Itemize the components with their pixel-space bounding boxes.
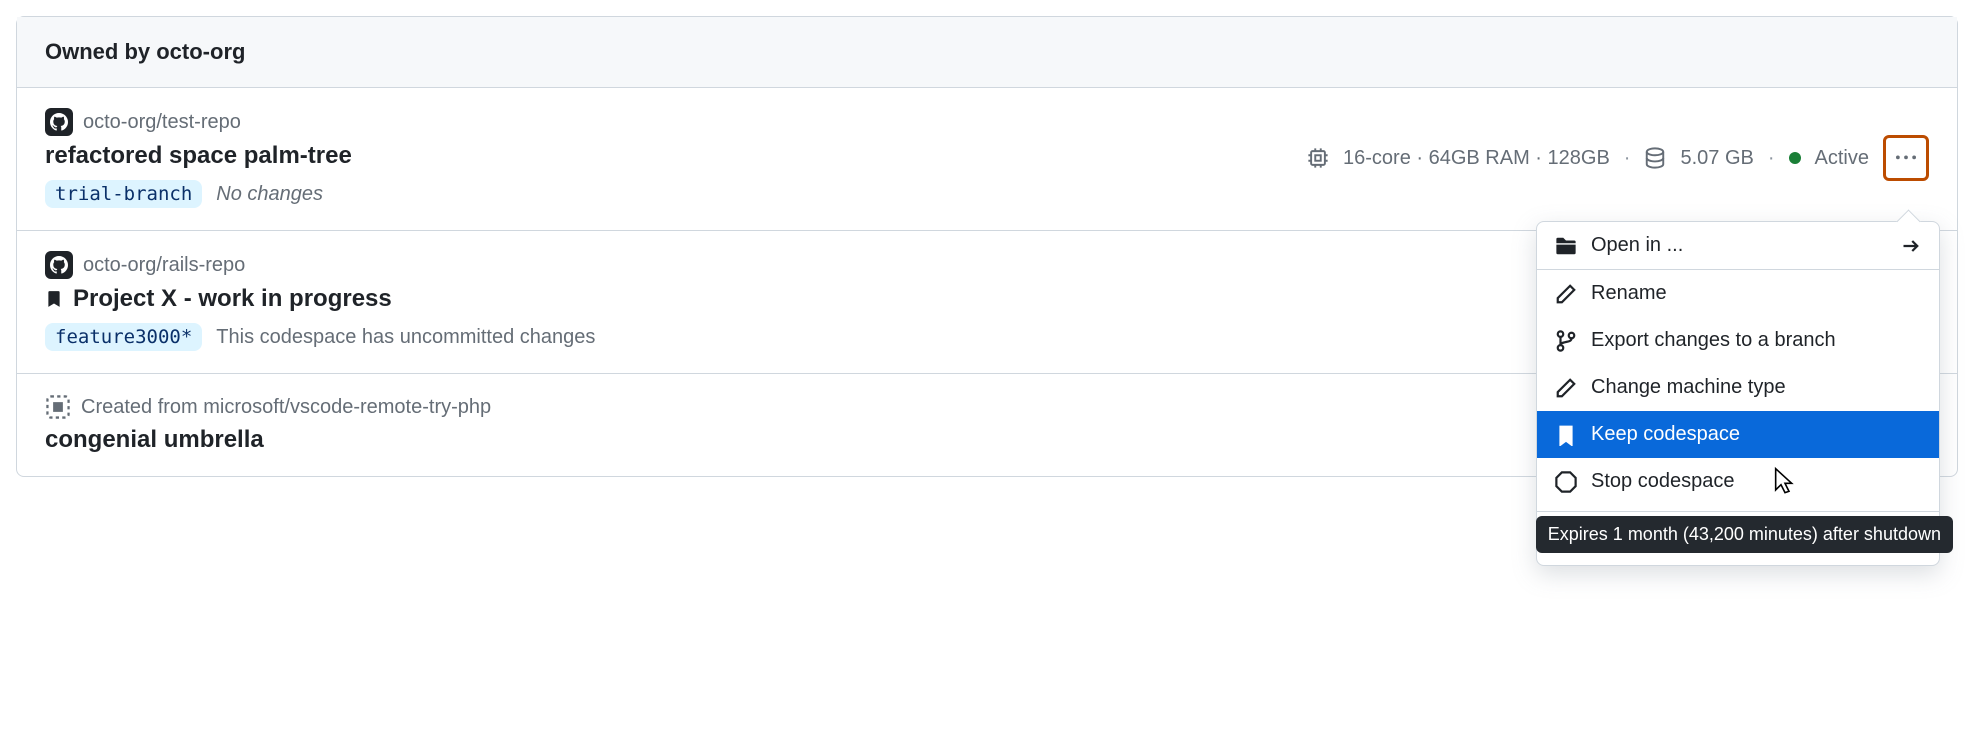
pencil-icon	[1555, 377, 1577, 399]
bookmark-outline-icon	[1555, 424, 1577, 446]
github-avatar-icon	[45, 108, 73, 136]
database-icon	[1644, 147, 1666, 169]
branch-chip[interactable]: trial-branch	[45, 180, 202, 208]
kebab-menu-button[interactable]	[1883, 135, 1929, 181]
created-from-text: Created from microsoft/vscode-remote-try…	[81, 396, 491, 419]
cpu-icon	[1307, 147, 1329, 169]
template-repo-icon	[45, 394, 71, 420]
branch-chip[interactable]: feature3000*	[45, 323, 202, 351]
menu-open-in[interactable]: Open in ...	[1537, 222, 1939, 270]
status-text: Active	[1815, 147, 1869, 170]
codespace-name[interactable]: congenial umbrella	[45, 426, 264, 454]
pencil-icon	[1555, 283, 1577, 305]
repo-path[interactable]: octo-org/rails-repo	[83, 254, 245, 277]
panel-title: Owned by octo-org	[45, 39, 245, 64]
stop-icon	[1555, 471, 1577, 493]
panel-header: Owned by octo-org	[17, 17, 1957, 88]
keep-codespace-tooltip: Expires 1 month (43,200 minutes) after s…	[1536, 516, 1953, 553]
codespace-name[interactable]: refactored space palm-tree	[45, 142, 352, 170]
codespace-actions-menu: Open in ... Rename Export changes to a b…	[1536, 221, 1940, 566]
changes-text: This codespace has uncommitted changes	[216, 326, 595, 349]
menu-change-machine[interactable]: Change machine type	[1537, 364, 1939, 411]
folder-open-icon	[1555, 235, 1577, 257]
git-branch-icon	[1555, 330, 1577, 352]
github-avatar-icon	[45, 251, 73, 279]
menu-keep-codespace[interactable]: Keep codespace	[1537, 411, 1939, 458]
bookmark-icon	[45, 288, 63, 310]
arrow-right-icon	[1901, 236, 1921, 256]
specs-text: 16-core · 64GB RAM · 128GB	[1343, 147, 1610, 170]
menu-export-branch[interactable]: Export changes to a branch	[1537, 317, 1939, 364]
status-dot-icon	[1789, 152, 1801, 164]
repo-path[interactable]: octo-org/test-repo	[83, 111, 241, 134]
codespace-row: octo-org/test-repo refactored space palm…	[17, 88, 1957, 231]
codespace-name[interactable]: Project X - work in progress	[73, 285, 392, 313]
menu-separator	[1537, 511, 1939, 512]
menu-rename[interactable]: Rename	[1537, 270, 1939, 317]
menu-stop-codespace[interactable]: Stop codespace	[1537, 458, 1939, 505]
storage-text: 5.07 GB	[1680, 147, 1753, 170]
changes-text: No changes	[216, 183, 323, 206]
